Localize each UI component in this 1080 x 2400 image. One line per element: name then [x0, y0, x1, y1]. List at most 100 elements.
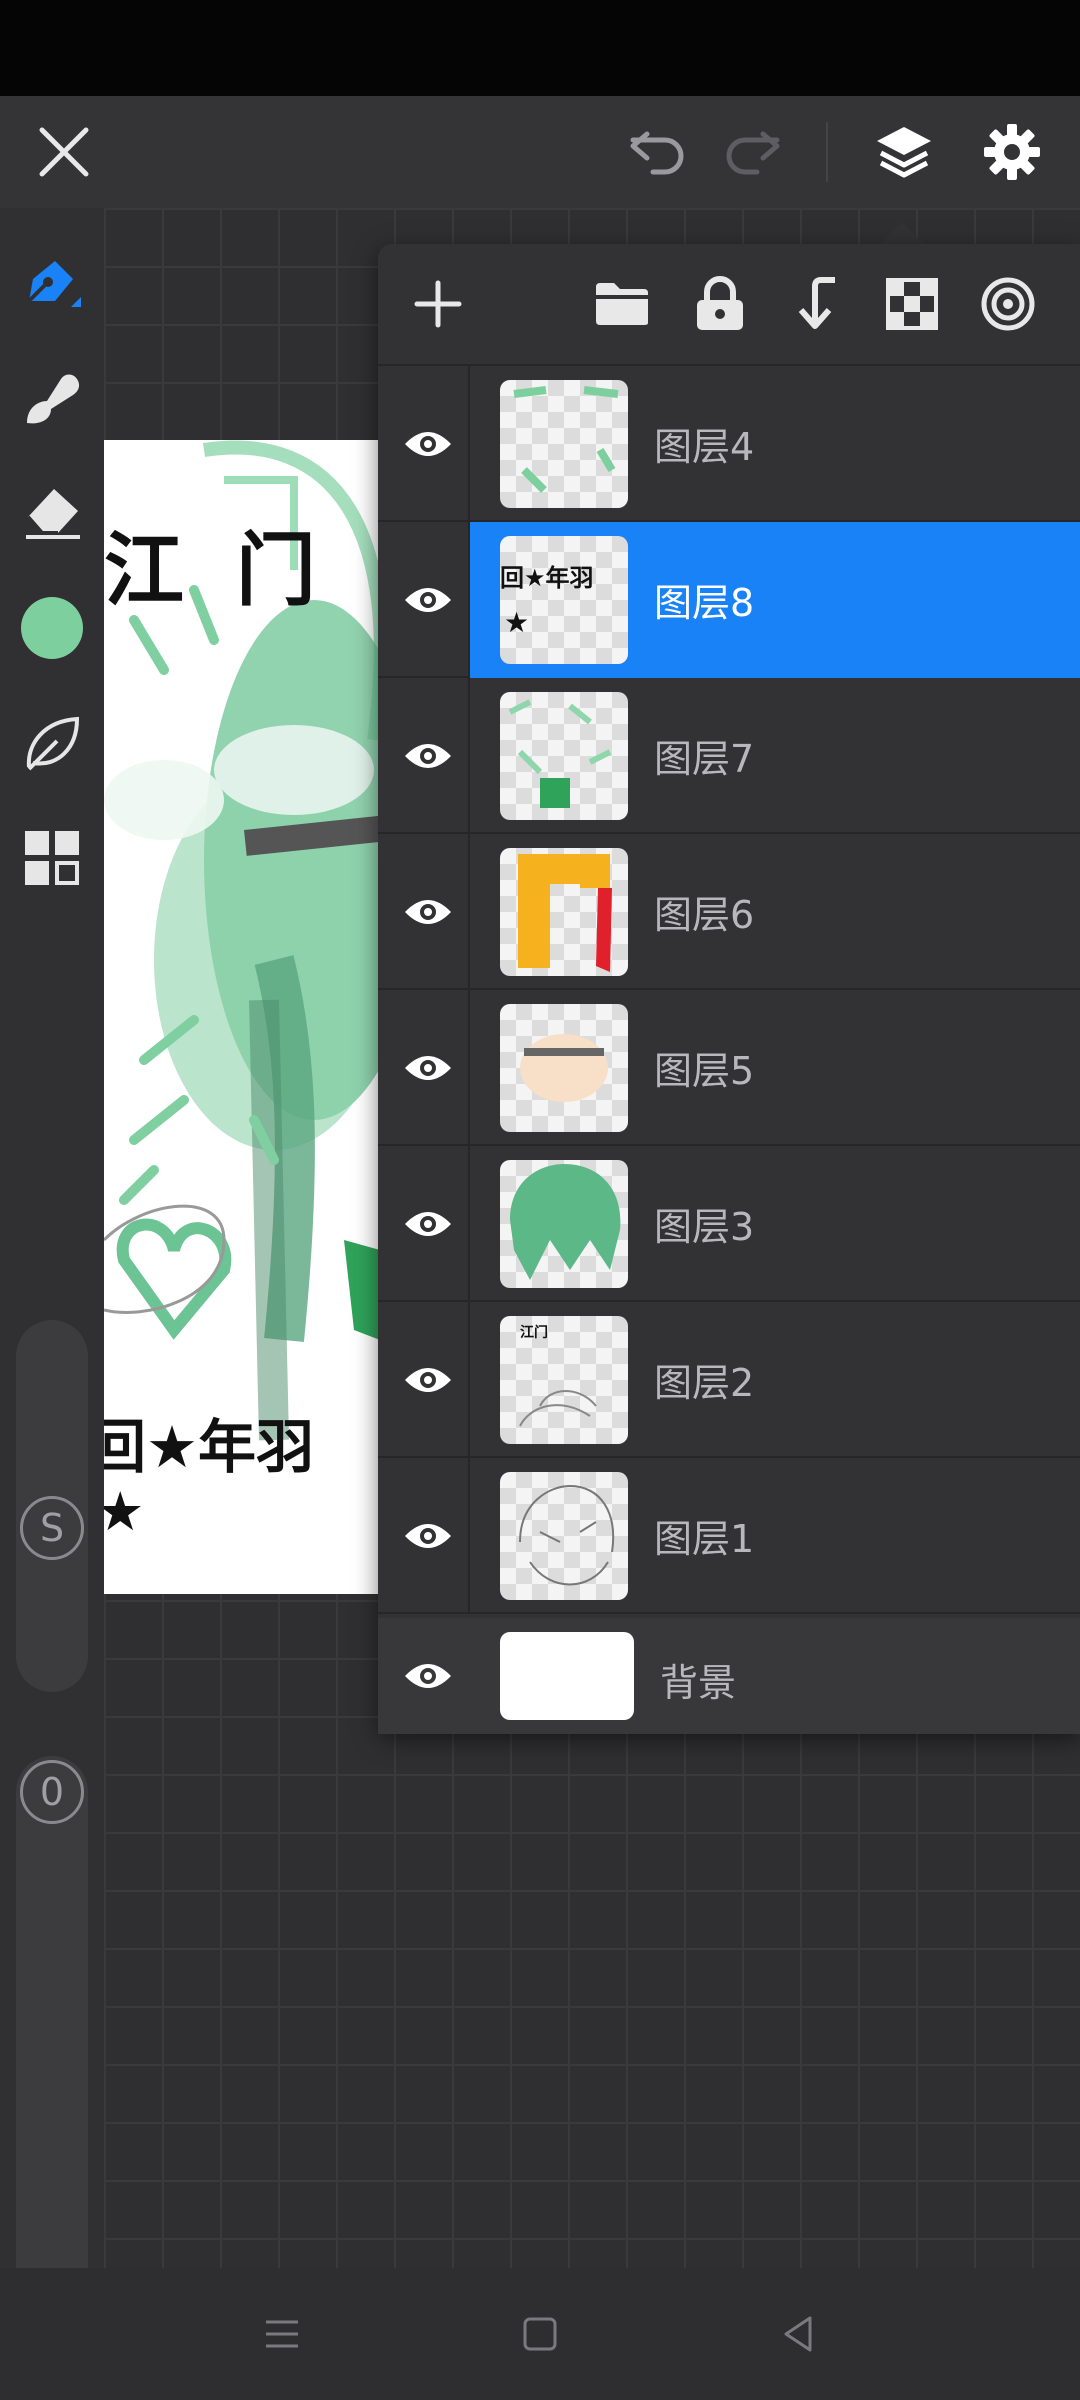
undo-icon: [630, 131, 684, 175]
eraser-tool-button[interactable]: [12, 470, 92, 550]
redo-icon: [726, 131, 780, 175]
visibility-toggle[interactable]: [388, 1028, 468, 1108]
back-button[interactable]: [762, 2298, 834, 2370]
leaf-tool-button[interactable]: [12, 704, 92, 784]
layer-name: 图层4: [654, 425, 755, 469]
smudge-tool-button[interactable]: [12, 358, 92, 438]
layer-thumbnail-art: [518, 854, 612, 972]
layers-icon: [877, 127, 931, 178]
settings-icon: [984, 124, 1040, 180]
new-group-button[interactable]: [582, 264, 662, 344]
layer-name: 图层1: [654, 1517, 755, 1561]
grid-icon: [25, 831, 79, 885]
eye-icon: [405, 432, 451, 456]
merge-down-button[interactable]: [776, 264, 856, 344]
layer-row[interactable]: 图层4: [378, 366, 1080, 522]
background-layer-row[interactable]: 背景: [378, 1618, 1080, 1734]
undo-button[interactable]: [620, 96, 694, 208]
eye-icon: [405, 1056, 451, 1080]
layer-row[interactable]: 图层1: [378, 1458, 1080, 1614]
eye-icon: [405, 1664, 451, 1688]
home-button[interactable]: [504, 2298, 576, 2370]
lock-layer-button[interactable]: [680, 264, 760, 344]
layer-content[interactable]: 图层4: [470, 366, 1080, 522]
layer-row[interactable]: 图层7: [378, 678, 1080, 834]
folder-icon: [596, 283, 648, 325]
drawing-app: 江 门 回★年羽 ★ S 0 图层4 回★年羽 ★ 图层8 图层7 图层6 图层…: [0, 0, 1080, 2400]
pen-tool-button[interactable]: [12, 244, 92, 324]
layers-button[interactable]: [864, 96, 944, 208]
layer-panel-header: [378, 244, 1080, 366]
layer-content[interactable]: 图层7: [470, 678, 1080, 834]
visibility-toggle[interactable]: [388, 1184, 468, 1264]
visibility-toggle[interactable]: [388, 716, 468, 796]
layer-thumbnail-art: [519, 1390, 597, 1427]
settings-button[interactable]: [972, 96, 1052, 208]
layer-row[interactable]: 图层3: [378, 1146, 1080, 1302]
left-toolbar: S 0: [0, 208, 104, 2334]
thumbnail-text: 回★年羽: [500, 564, 594, 592]
home-icon: [523, 2317, 557, 2351]
smudge-icon: [27, 374, 80, 424]
brush-size-badge: S: [20, 1496, 84, 1560]
artwork-canvas[interactable]: 江 门 回★年羽 ★: [104, 440, 380, 1594]
layer-content[interactable]: 回★年羽 ★ 图层8: [470, 522, 1080, 678]
back-icon: [784, 2316, 812, 2352]
checker-icon: [886, 278, 938, 330]
layer-thumbnail: 回★年羽 ★: [500, 536, 628, 664]
eye-icon: [405, 1524, 451, 1548]
status-bar: [0, 0, 1080, 96]
menu-button[interactable]: [246, 2298, 318, 2370]
eye-icon: [405, 588, 451, 612]
layer-content[interactable]: 图层5: [470, 990, 1080, 1146]
layer-name: 图层3: [654, 1205, 755, 1249]
eye-icon: [405, 900, 451, 924]
close-button[interactable]: [26, 96, 102, 208]
layer-name: 图层5: [654, 1049, 755, 1093]
layer-row-selected[interactable]: 回★年羽 ★ 图层8: [378, 522, 1080, 678]
layer-row[interactable]: 图层5: [378, 990, 1080, 1146]
layer-name: 图层2: [654, 1361, 755, 1405]
artwork-star-text: ★: [104, 1480, 145, 1543]
layer-thumbnail-art: [519, 1484, 615, 1586]
layer-panel-pointer: [878, 222, 926, 246]
background-thumbnail: [500, 1632, 634, 1720]
lock-icon: [697, 276, 743, 330]
layer-effects-button[interactable]: [968, 264, 1048, 344]
layer-panel: 图层4 回★年羽 ★ 图层8 图层7 图层6 图层5 图层3 江门 图层2 图层…: [378, 244, 1080, 1734]
layer-thumbnail: [500, 1004, 628, 1132]
visibility-toggle[interactable]: [388, 560, 468, 640]
visibility-toggle[interactable]: [388, 872, 468, 952]
layer-thumbnail: [500, 692, 628, 820]
menu-icon: [266, 2320, 298, 2348]
eye-icon: [405, 1368, 451, 1392]
visibility-toggle[interactable]: [388, 1340, 468, 1420]
spiral-icon: [981, 277, 1035, 331]
visibility-toggle[interactable]: [388, 404, 468, 484]
artwork-signature-text: 回★年羽: [104, 1413, 314, 1481]
system-nav-bar: [0, 2268, 1080, 2400]
visibility-toggle[interactable]: [388, 1496, 468, 1576]
layer-content[interactable]: 图层1: [470, 1458, 1080, 1614]
opacity-slider[interactable]: [16, 1756, 88, 2334]
add-icon: [414, 280, 462, 328]
layer-thumbnail-art: [510, 1164, 621, 1280]
layer-thumbnail: [500, 848, 628, 976]
close-icon: [39, 127, 89, 177]
background-layer-name: 背景: [660, 1661, 737, 1705]
redo-button[interactable]: [716, 96, 790, 208]
layer-thumbnail-art: [520, 1034, 608, 1102]
layer-thumbnail: [500, 1160, 628, 1288]
visibility-toggle[interactable]: [388, 1636, 468, 1716]
add-layer-button[interactable]: [398, 264, 478, 344]
layer-name: 图层8: [654, 581, 755, 625]
gallery-button[interactable]: [12, 818, 92, 898]
layer-row[interactable]: 江门 图层2: [378, 1302, 1080, 1458]
layer-content[interactable]: 图层6: [470, 834, 1080, 990]
layer-content[interactable]: 图层3: [470, 1146, 1080, 1302]
layer-content[interactable]: 江门 图层2: [470, 1302, 1080, 1458]
thumbnail-star: ★: [504, 606, 530, 639]
color-swatch-button[interactable]: [12, 588, 92, 668]
transparency-button[interactable]: [872, 264, 952, 344]
layer-row[interactable]: 图层6: [378, 834, 1080, 990]
